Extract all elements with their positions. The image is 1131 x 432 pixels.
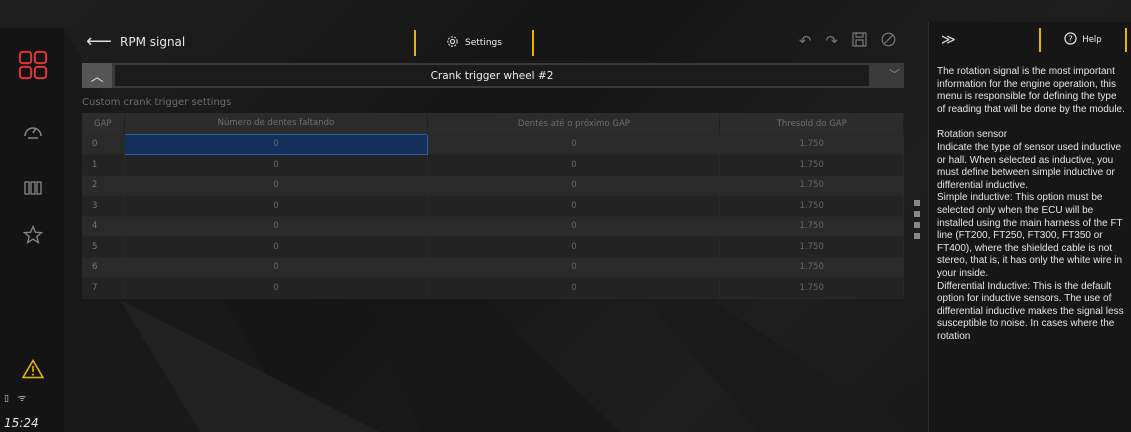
header-tools: ↶ ↷ <box>799 32 896 51</box>
gap-index: 5 <box>82 236 125 258</box>
missing-teeth-cell[interactable]: 0 <box>124 216 429 237</box>
splitter-dot <box>914 200 920 206</box>
teeth-to-next-gap-cell[interactable]: 0 <box>427 175 721 196</box>
gap-index: 4 <box>82 216 125 237</box>
table-header-row: GAP Número de dentes faltando Dentes até… <box>82 113 904 134</box>
star-icon[interactable] <box>18 220 48 250</box>
section-subtitle: Custom crank trigger settings <box>82 97 232 108</box>
table-row: 5 0 0 1.750 <box>82 236 904 258</box>
gap-index: 3 <box>82 195 125 217</box>
gap-index: 7 <box>82 277 125 299</box>
gap-threshold-cell[interactable]: 1.750 <box>719 277 904 299</box>
teeth-to-next-gap-cell[interactable]: 0 <box>427 257 721 278</box>
gap-threshold-cell[interactable]: 1.750 <box>719 154 904 176</box>
crank-trigger-table: GAP Número de dentes faltando Dentes até… <box>82 113 904 299</box>
chevron-down-icon[interactable]: ﹀ <box>889 66 900 82</box>
missing-teeth-cell[interactable]: 0 <box>124 257 429 278</box>
trigger-wheel-dropdown[interactable]: Crank trigger wheel #2 <box>115 65 869 86</box>
help-simple-inductive: Simple inductive: This option must be se… <box>937 192 1123 279</box>
gap-threshold-cell[interactable]: 1.750 <box>719 134 904 155</box>
sidebar: ▯ ᯤ 15:24 <box>0 28 64 432</box>
table-row: 1 0 0 1.750 <box>82 154 904 176</box>
gear-icon <box>446 35 459 51</box>
warning-icon[interactable] <box>18 354 48 384</box>
settings-button[interactable]: Settings <box>414 30 534 56</box>
undo-icon[interactable]: ↶ <box>799 32 812 51</box>
help-sensor-text: Indicate the type of sensor used inducti… <box>937 141 1122 191</box>
svg-text:?: ? <box>1069 34 1073 44</box>
column-header-gap: GAP <box>82 113 125 134</box>
teeth-to-next-gap-cell[interactable]: 0 <box>427 277 721 299</box>
table-row: 2 0 0 1.750 <box>82 175 904 196</box>
dashboard-grid-icon[interactable] <box>18 50 48 80</box>
gap-index: 0 <box>82 134 125 155</box>
redo-icon[interactable]: ↷ <box>825 32 838 51</box>
table-row: 7 0 0 1.750 <box>82 277 904 299</box>
gap-index: 6 <box>82 257 125 278</box>
splitter-dot <box>914 222 920 228</box>
column-header-teeth-to-next-gap: Dentes até o próximo GAP <box>427 113 721 134</box>
trigger-wheel-selector: ︿ Crank trigger wheel #2 ﹀ <box>82 63 904 88</box>
missing-teeth-cell[interactable]: 0 <box>124 277 429 299</box>
table-row: 6 0 0 1.750 <box>82 257 904 278</box>
help-differential-inductive: Differential Inductive: This is the defa… <box>937 280 1124 342</box>
back-arrow-icon[interactable]: ⟵ <box>86 31 112 52</box>
question-icon: ? <box>1064 32 1077 48</box>
table-row: 3 0 0 1.750 <box>82 195 904 217</box>
missing-teeth-cell[interactable]: 0 <box>124 154 429 176</box>
table-row: 0 0 0 1.750 <box>82 133 904 155</box>
status-indicators: ▯ ᯤ <box>4 391 26 404</box>
panel-splitter-handle[interactable] <box>914 200 920 239</box>
teeth-to-next-gap-cell[interactable]: 0 <box>427 216 721 237</box>
settings-label: Settings <box>465 38 502 48</box>
save-icon[interactable] <box>852 32 867 51</box>
help-content: The rotation signal is the most importan… <box>937 66 1127 432</box>
teeth-to-next-gap-cell[interactable]: 0 <box>427 195 721 217</box>
teeth-to-next-gap-cell[interactable]: 0 <box>427 236 721 258</box>
collapse-up-button[interactable]: ︿ <box>82 63 112 88</box>
help-label: Help <box>1082 35 1102 45</box>
gap-threshold-cell[interactable]: 1.750 <box>719 195 904 217</box>
help-panel: ≫ ? Help The rotation signal is the most… <box>928 22 1131 432</box>
missing-teeth-cell[interactable]: 0 <box>124 195 429 217</box>
gap-threshold-cell[interactable]: 1.750 <box>719 236 904 258</box>
help-intro: The rotation signal is the most importan… <box>937 66 1125 115</box>
missing-teeth-cell[interactable]: 0 <box>124 175 429 196</box>
column-header-gap-threshold: Thresold do GAP <box>719 113 904 134</box>
column-header-missing-teeth: Número de dentes faltando <box>124 113 429 134</box>
gap-threshold-cell[interactable]: 1.750 <box>719 216 904 237</box>
gap-index: 1 <box>82 154 125 176</box>
help-header: ≫ ? Help <box>929 22 1131 58</box>
help-heading: Rotation sensor <box>937 129 1008 141</box>
gauge-icon[interactable] <box>18 116 48 146</box>
clock: 15:24 <box>4 416 39 430</box>
wifi-icon: ᯤ <box>17 394 27 404</box>
splitter-dot <box>914 211 920 217</box>
gap-index: 2 <box>82 175 125 196</box>
cancel-icon[interactable] <box>881 32 896 51</box>
gap-threshold-cell[interactable]: 1.750 <box>719 175 904 196</box>
chevron-up-icon: ︿ <box>90 70 104 85</box>
gap-threshold-cell[interactable]: 1.750 <box>719 257 904 278</box>
table-row: 4 0 0 1.750 <box>82 216 904 237</box>
bars-icon[interactable] <box>18 173 48 203</box>
collapse-right-icon[interactable]: ≫ <box>941 32 956 48</box>
teeth-to-next-gap-cell[interactable]: 0 <box>427 154 721 176</box>
page-title: RPM signal <box>120 35 186 49</box>
missing-teeth-cell[interactable]: 0 <box>123 133 429 155</box>
splitter-dot <box>914 233 920 239</box>
teeth-to-next-gap-cell[interactable]: 0 <box>427 134 721 155</box>
battery-icon: ▯ <box>4 394 9 404</box>
help-button[interactable]: ? Help <box>1039 28 1127 52</box>
missing-teeth-cell[interactable]: 0 <box>124 236 429 258</box>
main-header: ⟵ RPM signal Settings ↶ ↷ <box>80 28 910 58</box>
